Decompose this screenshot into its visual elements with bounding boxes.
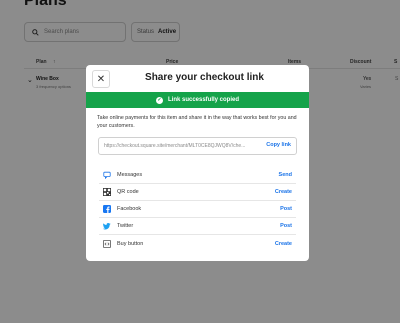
success-banner: ✓ Link successfully copied bbox=[86, 92, 309, 108]
option-label: Facebook bbox=[117, 206, 142, 212]
share-option-messages[interactable]: Messages Send bbox=[99, 167, 296, 184]
messages-icon bbox=[103, 171, 111, 179]
facebook-icon bbox=[103, 205, 111, 213]
share-option-facebook[interactable]: Facebook Post bbox=[99, 201, 296, 218]
option-label: Messages bbox=[117, 172, 143, 178]
code-icon bbox=[103, 239, 111, 248]
option-label: Buy button bbox=[117, 240, 144, 247]
share-checkout-modal: Share your checkout link ✕ ✓ Link succes… bbox=[86, 65, 309, 261]
send-button[interactable]: Send bbox=[279, 172, 292, 178]
share-option-twitter[interactable]: Twitter Post bbox=[99, 218, 296, 235]
copy-link-button[interactable]: Copy link bbox=[266, 142, 291, 148]
create-buy-button[interactable]: Create bbox=[275, 241, 292, 247]
share-options-list: Messages Send QR code Create Facebook Po… bbox=[99, 167, 296, 252]
post-facebook-button[interactable]: Post bbox=[280, 206, 292, 212]
close-icon: ✕ bbox=[96, 73, 106, 85]
modal-title: Share your checkout link bbox=[145, 72, 264, 83]
qr-code-icon bbox=[103, 188, 111, 196]
create-qr-button[interactable]: Create bbox=[275, 189, 292, 195]
modal-description: Take online payments for this item and s… bbox=[97, 115, 297, 129]
option-label: QR code bbox=[117, 189, 139, 195]
share-option-buy-button[interactable]: Buy button Create bbox=[99, 235, 296, 252]
check-circle-icon: ✓ bbox=[155, 96, 163, 104]
checkout-link-url[interactable]: https://checkout.square.site/merchant/ML… bbox=[104, 143, 258, 149]
banner-text: Link successfully copied bbox=[167, 97, 240, 103]
close-button[interactable]: ✕ bbox=[92, 70, 110, 88]
option-label: Twitter bbox=[117, 223, 134, 229]
checkout-link-field[interactable]: https://checkout.square.site/merchant/ML… bbox=[98, 137, 297, 155]
twitter-icon bbox=[103, 222, 111, 230]
share-option-qr-code[interactable]: QR code Create bbox=[99, 184, 296, 201]
post-twitter-button[interactable]: Post bbox=[280, 223, 292, 229]
